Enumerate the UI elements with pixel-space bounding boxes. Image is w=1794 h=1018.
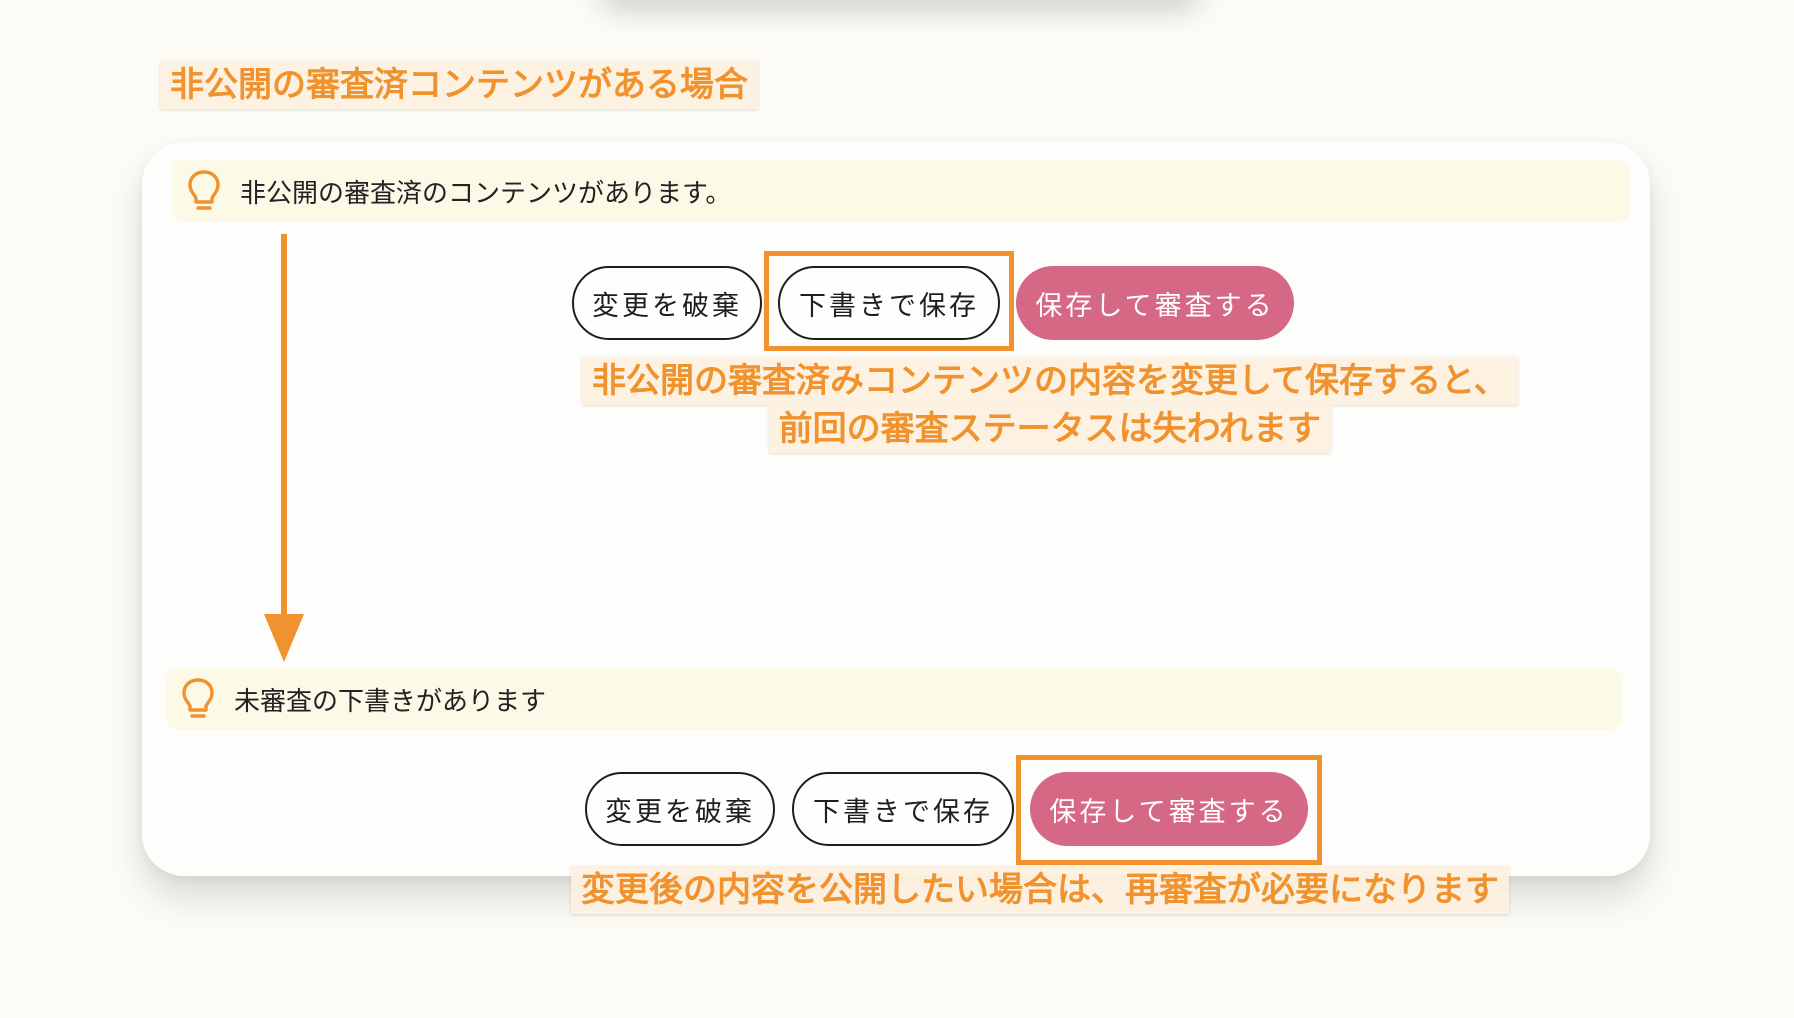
notice-unreviewed-draft: 未審査の下書きがあります xyxy=(166,668,1622,730)
notice-text: 未審査の下書きがあります xyxy=(234,686,547,717)
notice-text: 非公開の審査済のコンテンツがあります。 xyxy=(240,178,732,209)
lightbulb-icon xyxy=(182,678,214,718)
note-line: 非公開の審査済みコンテンツの内容を変更して保存すると、 xyxy=(582,357,1518,406)
notice-reviewed-private: 非公開の審査済のコンテンツがあります。 xyxy=(172,160,1630,222)
highlight-save-draft xyxy=(764,251,1014,351)
discard-changes-button[interactable]: 変更を破棄 xyxy=(572,266,762,340)
scenario-heading: 非公開の審査済コンテンツがある場合 xyxy=(160,61,758,110)
note-line: 前回の審査ステータスは失われます xyxy=(768,405,1331,454)
note-draft-save-effect: 非公開の審査済みコンテンツの内容を変更して保存すると、 前回の審査ステータスは失… xyxy=(582,357,1518,454)
highlight-save-and-review xyxy=(1016,755,1322,865)
discard-changes-button[interactable]: 変更を破棄 xyxy=(585,772,775,846)
lightbulb-icon xyxy=(188,170,220,210)
save-draft-button[interactable]: 下書きで保存 xyxy=(792,772,1014,846)
save-and-review-button[interactable]: 保存して審査する xyxy=(1016,266,1294,340)
note-rereview-required: 変更後の内容を公開したい場合は、再審査が必要になります xyxy=(571,866,1509,915)
transition-arrow xyxy=(264,234,304,662)
